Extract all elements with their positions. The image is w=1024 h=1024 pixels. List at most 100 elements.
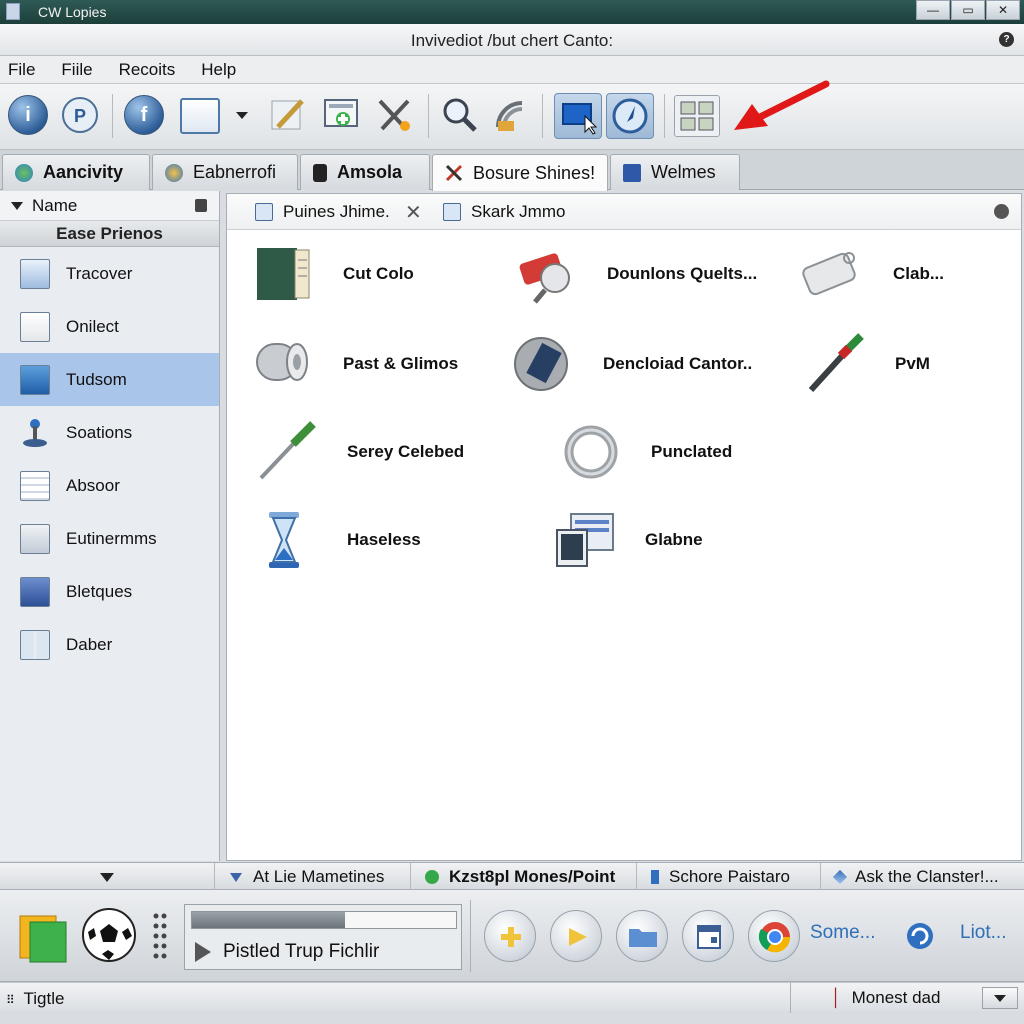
item-past-glimos[interactable]: Past & Glimos	[251, 332, 458, 396]
window-icon[interactable]	[180, 98, 220, 134]
item-label: Dencloiad Cantor..	[603, 354, 753, 373]
maximize-button[interactable]: ▭	[951, 0, 985, 20]
item-pvm[interactable]: PvM	[803, 332, 930, 396]
item-punclated[interactable]: Punclated	[559, 420, 732, 484]
grip-icon: ⠿	[6, 993, 15, 1007]
status-cell-mones-point[interactable]: Kzst8pl Mones/Point	[410, 863, 636, 891]
sidebar-item-label: Tracover	[66, 263, 133, 283]
magnifier-icon[interactable]	[440, 95, 480, 135]
grip-handle-icon[interactable]	[150, 910, 170, 962]
bottom-dropdown-button[interactable]	[982, 987, 1018, 1009]
item-label: Punclated	[651, 442, 733, 461]
folder-button[interactable]	[616, 910, 668, 962]
minimize-button[interactable]: —	[916, 0, 950, 20]
menu-recoits[interactable]: Recoits	[119, 60, 176, 80]
menu-help[interactable]: Help	[201, 60, 236, 80]
compass-icon[interactable]	[606, 93, 654, 139]
sidebar-item-absoor[interactable]: Absoor	[0, 459, 219, 512]
item-glabne[interactable]: Glabne	[553, 508, 703, 572]
tab-bosure-shines[interactable]: Bosure Shines!	[432, 154, 608, 191]
folders-icon[interactable]	[16, 908, 70, 964]
triangle-down-icon	[994, 995, 1006, 1002]
bottom-right[interactable]: │ Monest dad	[790, 983, 980, 1013]
sidebar-header[interactable]: Name	[0, 191, 219, 221]
progress-bar[interactable]	[191, 911, 457, 929]
browser-button[interactable]	[748, 910, 800, 962]
p-icon[interactable]: P	[60, 95, 100, 135]
content-tab-puines-jhime[interactable]: Puines Jhime.	[255, 202, 390, 222]
screen-add-icon[interactable]	[322, 95, 362, 135]
tab-label: Bosure Shines!	[473, 162, 596, 183]
paper-roll-icon	[256, 343, 308, 381]
item-dounlons-quelts[interactable]: Dounlons Quelts...	[515, 242, 757, 306]
tab-eabnerrofi[interactable]: Eabnerrofi	[152, 154, 298, 190]
title-bar: CW Lopies — ▭ ✕	[0, 0, 1024, 24]
item-label: Past & Glimos	[343, 354, 459, 373]
sidebar-item-onilect[interactable]: Onilect	[0, 300, 219, 353]
sidebar-item-tracover[interactable]: Tracover	[0, 247, 219, 300]
tab-amsola[interactable]: Amsola	[300, 154, 430, 190]
menu-file[interactable]: File	[8, 60, 35, 80]
toolbar-separator	[542, 94, 543, 138]
app-title: CW Lopies	[38, 4, 107, 20]
item-clab[interactable]: Clab...	[801, 242, 944, 306]
sidebar-item-tudsom[interactable]: Tudsom	[0, 353, 219, 406]
menu-fiile[interactable]: Fiile	[61, 60, 92, 80]
calendar-icon	[20, 470, 50, 501]
item-label: Haseless	[347, 530, 421, 549]
item-dencloiad-cantor[interactable]: Dencloiad Cantor..	[511, 332, 752, 396]
pen-icon[interactable]	[268, 95, 308, 135]
track-info: Pistled Trup Fichlir	[195, 941, 379, 963]
play-icon[interactable]	[195, 942, 211, 962]
close-icon[interactable]: ✕	[405, 200, 422, 225]
toolbar-separator	[664, 94, 665, 138]
tab-label: Aancivity	[43, 162, 124, 182]
bottom-status-bar: ⠿ Tigtle │ Monest dad	[0, 982, 1024, 1013]
grid-tiles-icon[interactable]	[674, 95, 720, 137]
f-globe-icon[interactable]: f	[124, 95, 164, 135]
some-link[interactable]: Some...	[810, 922, 875, 944]
sidebar: Name Ease Prienos Tracover Onilect Tudso…	[0, 191, 220, 861]
liot-link[interactable]: Liot...	[960, 922, 1006, 944]
help-icon[interactable]: ?	[999, 32, 1014, 47]
chart-icon	[20, 258, 50, 289]
status-cell-schore-paistaro[interactable]: Schore Paistaro	[636, 863, 820, 891]
status-label: Kzst8pl Mones/Point	[449, 867, 616, 886]
document-title: Invivediot /but chert Canto:	[410, 31, 614, 50]
window-icon	[255, 203, 273, 221]
info-icon[interactable]: i	[8, 95, 48, 135]
status-cell-ask-clanster[interactable]: Ask the Clanster!...	[820, 863, 1024, 891]
signal-icon[interactable]	[490, 95, 530, 135]
sidebar-item-daber[interactable]: Daber	[0, 618, 219, 671]
close-button[interactable]: ✕	[986, 0, 1020, 20]
tab-bar: Aancivity Eabnerrofi Amsola Bosure Shine…	[0, 150, 1024, 191]
sidebar-item-soations[interactable]: Soations	[0, 406, 219, 459]
menu-icon[interactable]	[994, 204, 1009, 219]
rewind-button[interactable]	[484, 910, 536, 962]
item-label: Glabne	[645, 530, 703, 549]
item-serey-celebed[interactable]: Serey Celebed	[255, 420, 464, 484]
item-haseless[interactable]: Haseless	[255, 508, 421, 572]
tab-aancivity[interactable]: Aancivity	[2, 154, 150, 190]
content-tab-skark-jmmo[interactable]: Skark Jmmo	[443, 202, 565, 222]
tab-welmes[interactable]: Welmes	[610, 154, 740, 190]
triangle-down-icon	[100, 873, 114, 882]
sidebar-item-label: Soations	[66, 422, 133, 442]
item-cut-colo[interactable]: Cut Colo	[251, 242, 414, 306]
refresh-icon[interactable]	[904, 920, 936, 952]
calendar-button[interactable]	[682, 910, 734, 962]
window-controls: — ▭ ✕	[915, 0, 1020, 20]
sidebar-subheader: Ease Prienos	[0, 221, 219, 247]
monitor-cursor-icon[interactable]	[554, 93, 602, 139]
collapse-button[interactable]	[0, 863, 214, 891]
status-cell-lie-mametines[interactable]: At Lie Mametines	[214, 863, 410, 891]
calendar-icon	[697, 925, 721, 949]
red-arrow-icon	[734, 80, 830, 130]
tab-label: Welmes	[651, 162, 716, 182]
dropdown-arrow-icon[interactable]	[230, 95, 254, 135]
tools-icon[interactable]	[374, 95, 414, 135]
play-button[interactable]	[550, 910, 602, 962]
soccer-ball-icon[interactable]	[80, 906, 138, 964]
sidebar-item-bletques[interactable]: Bletques	[0, 565, 219, 618]
sidebar-item-eutinermms[interactable]: Eutinermms	[0, 512, 219, 565]
